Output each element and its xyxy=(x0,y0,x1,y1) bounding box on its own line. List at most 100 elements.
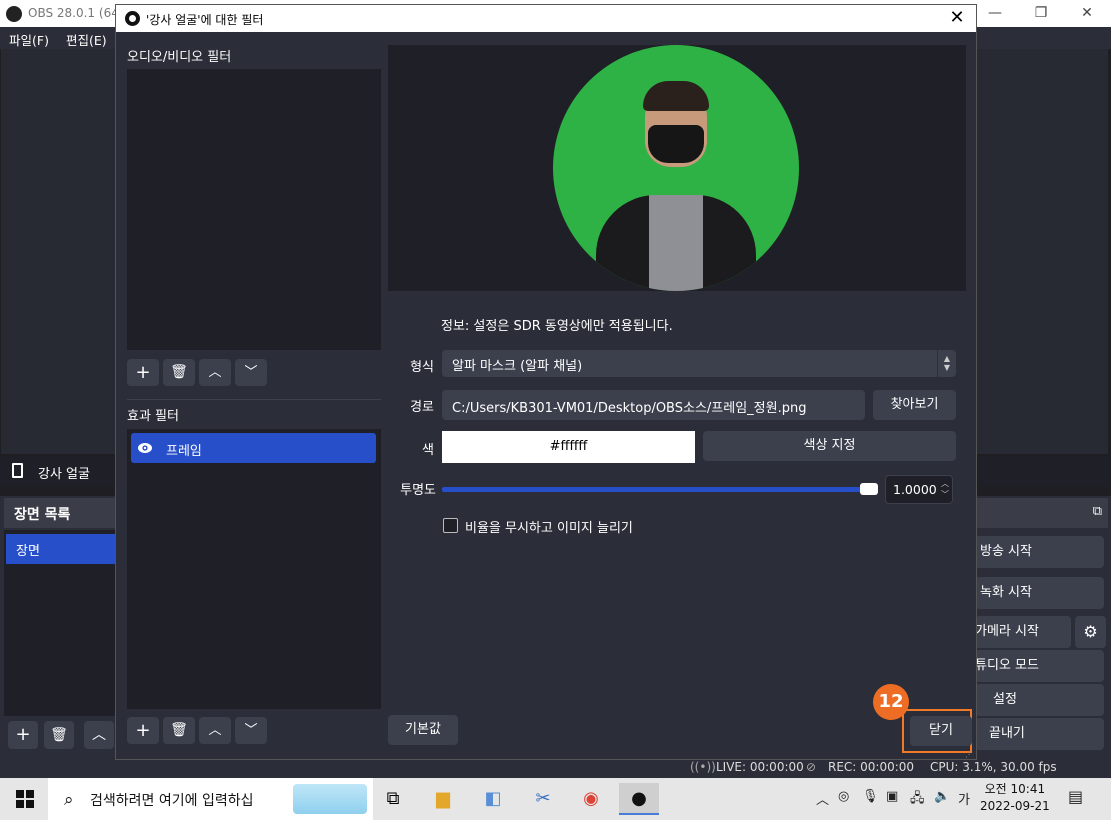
dialog-title: '강사 얼굴'에 대한 필터 xyxy=(146,13,264,27)
type-label: 형식 xyxy=(410,360,434,375)
dialog-titlebar: '강사 얼굴'에 대한 필터 ✕ xyxy=(116,5,976,32)
close-button[interactable]: 닫기 xyxy=(910,716,972,746)
path-input[interactable]: C:/Users/KB301-VM01/Desktop/OBS소스/프레임_정원… xyxy=(442,390,865,420)
filter-preview xyxy=(388,45,966,291)
add-av-filter-button[interactable]: + xyxy=(127,359,159,386)
remove-scene-button[interactable]: 🗑 xyxy=(44,721,74,749)
search-placeholder: 검색하려면 여기에 입력하십 xyxy=(90,793,254,809)
task-view-icon[interactable]: ⧉ xyxy=(373,783,413,815)
live-timer: LIVE: 00:00:00 xyxy=(716,760,804,774)
main-window-title: OBS 28.0.1 (64- xyxy=(28,6,124,20)
color-swatch: #ffffff xyxy=(442,431,695,463)
stretch-checkbox[interactable] xyxy=(443,518,458,533)
rec-timer: REC: 00:00:00 xyxy=(828,760,915,774)
add-effect-filter-button[interactable]: + xyxy=(127,717,159,744)
minimize-icon[interactable]: — xyxy=(972,0,1018,27)
tray-overflow-icon[interactable]: ︿ xyxy=(816,789,829,808)
scene-item[interactable]: 장면 xyxy=(6,534,116,564)
defaults-button[interactable]: 기본값 xyxy=(388,715,458,745)
path-label: 경로 xyxy=(410,400,434,415)
scene-list: 장면 xyxy=(4,530,116,716)
cpu-status: CPU: 3.1%, 30.00 fps xyxy=(930,760,1057,774)
move-av-filter-down-button[interactable]: ﹀ xyxy=(235,359,267,386)
volume-icon[interactable]: 🔈 xyxy=(934,789,950,804)
file-icon xyxy=(12,463,23,478)
snipping-tool-icon[interactable]: ✂ xyxy=(523,783,563,815)
divider xyxy=(127,399,381,400)
spin-arrows-icon[interactable]: ︿ ﹀ xyxy=(941,478,949,500)
color-label: 색 xyxy=(422,443,434,458)
controls-dock-header: ⧉ xyxy=(975,498,1108,528)
undock-icon[interactable]: ⧉ xyxy=(1093,504,1102,519)
remove-effect-filter-button[interactable]: 🗑 xyxy=(163,717,195,744)
settings-button[interactable]: 설정 xyxy=(975,684,1104,716)
taskbar-clock[interactable]: 오전 10:41 2022-09-21 xyxy=(980,781,1050,815)
taskbar-search[interactable]: ⌕ 검색하려면 여기에 입력하십 xyxy=(48,778,373,820)
move-effect-filter-up-button[interactable]: ︿ xyxy=(199,717,231,744)
move-scene-up-button[interactable]: ︿ xyxy=(84,721,114,749)
maximize-icon[interactable]: ❐ xyxy=(1018,0,1064,27)
capture-icon[interactable]: ▣ xyxy=(886,789,898,804)
resize-grip-icon[interactable]: ⋰ xyxy=(965,751,973,759)
filters-dialog: '강사 얼굴'에 대한 필터 ✕ 오디오/비디오 필터 + 🗑 ︿ ﹀ 효과 필… xyxy=(115,4,977,760)
move-effect-filter-down-button[interactable]: ﹀ xyxy=(235,717,267,744)
network-icon[interactable]: 🖧 xyxy=(910,789,925,811)
close-icon[interactable]: ✕ xyxy=(1064,0,1110,27)
opacity-spinbox[interactable]: 1.0000 ︿ ﹀ xyxy=(885,475,953,504)
visibility-eye-icon[interactable] xyxy=(138,442,152,454)
windows-start-icon[interactable] xyxy=(16,790,34,808)
start-recording-button[interactable]: 녹화 시작 xyxy=(975,577,1104,609)
menu-file[interactable]: 파일(F) xyxy=(9,30,49,49)
obs-logo-icon xyxy=(6,6,22,22)
exit-button[interactable]: 끝내기 xyxy=(975,718,1104,750)
studio-mode-button[interactable]: 튜디오 모드 xyxy=(975,650,1104,682)
scene-item-label: 장면 xyxy=(16,544,40,559)
opacity-label: 투명도 xyxy=(400,483,436,498)
chrome-icon[interactable]: ◉ xyxy=(571,783,611,815)
rec-icon: ⊘ xyxy=(806,760,817,774)
virtual-camera-settings-icon[interactable]: ⚙ xyxy=(1075,616,1106,648)
opacity-slider[interactable] xyxy=(442,483,878,497)
opacity-slider-handle[interactable] xyxy=(860,483,878,495)
type-select[interactable]: 알파 마스크 (알파 채널) ▲ ▼ xyxy=(442,350,956,377)
start-streaming-button[interactable]: 방송 시작 xyxy=(975,536,1104,568)
live-icon: ((•)) xyxy=(690,760,716,774)
search-icon: ⌕ xyxy=(64,790,74,810)
add-scene-button[interactable]: + xyxy=(8,721,38,749)
chevron-updown-icon: ▲ ▼ xyxy=(937,350,956,377)
notepad-icon[interactable]: ◧ xyxy=(473,783,513,815)
notification-icon[interactable]: ▤ xyxy=(1068,787,1083,806)
effect-filter-label: 프레임 xyxy=(166,444,202,459)
scene-dock-title: 장면 목록 xyxy=(14,507,71,523)
effect-filters-label: 효과 필터 xyxy=(127,409,179,424)
obs-taskbar-icon[interactable]: ● xyxy=(619,783,659,815)
av-filters-label: 오디오/비디오 필터 xyxy=(127,50,232,65)
effect-filter-item[interactable]: 프레임 xyxy=(131,433,376,463)
sdr-info-text: 정보: 설정은 SDR 동영상에만 적용됩니다. xyxy=(441,319,673,334)
type-value: 알파 마스크 (알파 채널) xyxy=(452,359,583,374)
select-color-button[interactable]: 색상 지정 xyxy=(703,431,956,461)
remove-av-filter-button[interactable]: 🗑 xyxy=(163,359,195,386)
move-av-filter-up-button[interactable]: ︿ xyxy=(199,359,231,386)
dialog-close-icon[interactable]: ✕ xyxy=(942,5,972,32)
effect-filter-list: 프레임 xyxy=(127,429,381,709)
clock-date: 2022-09-21 xyxy=(980,799,1050,813)
ime-indicator[interactable]: 가 xyxy=(958,789,970,808)
file-explorer-icon[interactable]: ▆ xyxy=(423,783,463,815)
menu-edit[interactable]: 편집(E) xyxy=(66,30,107,49)
camera-icon[interactable]: ◎ xyxy=(838,789,849,804)
av-filter-list[interactable] xyxy=(127,69,381,350)
clock-time: 오전 10:41 xyxy=(984,782,1046,796)
opacity-value: 1.0000 xyxy=(893,482,937,497)
microphone-icon[interactable]: 🎙 xyxy=(862,789,879,804)
step-badge: 12 xyxy=(873,684,909,720)
current-source-name: 강사 얼굴 xyxy=(38,467,90,482)
obs-logo-icon xyxy=(125,11,140,26)
start-virtual-camera-button[interactable]: 가메라 시작 xyxy=(975,616,1071,648)
browse-button[interactable]: 찾아보기 xyxy=(873,390,956,420)
search-highlight-image xyxy=(293,784,367,814)
stretch-label: 비율을 무시하고 이미지 늘리기 xyxy=(465,521,633,536)
path-value: C:/Users/KB301-VM01/Desktop/OBS소스/프레임_정원… xyxy=(452,401,807,416)
taskbar: ⌕ 검색하려면 여기에 입력하십 ⧉ ▆ ◧ ✂ ◉ ● ︿ ◎ 🎙 ▣ 🖧 🔈… xyxy=(0,778,1111,820)
preview-image xyxy=(553,45,799,291)
